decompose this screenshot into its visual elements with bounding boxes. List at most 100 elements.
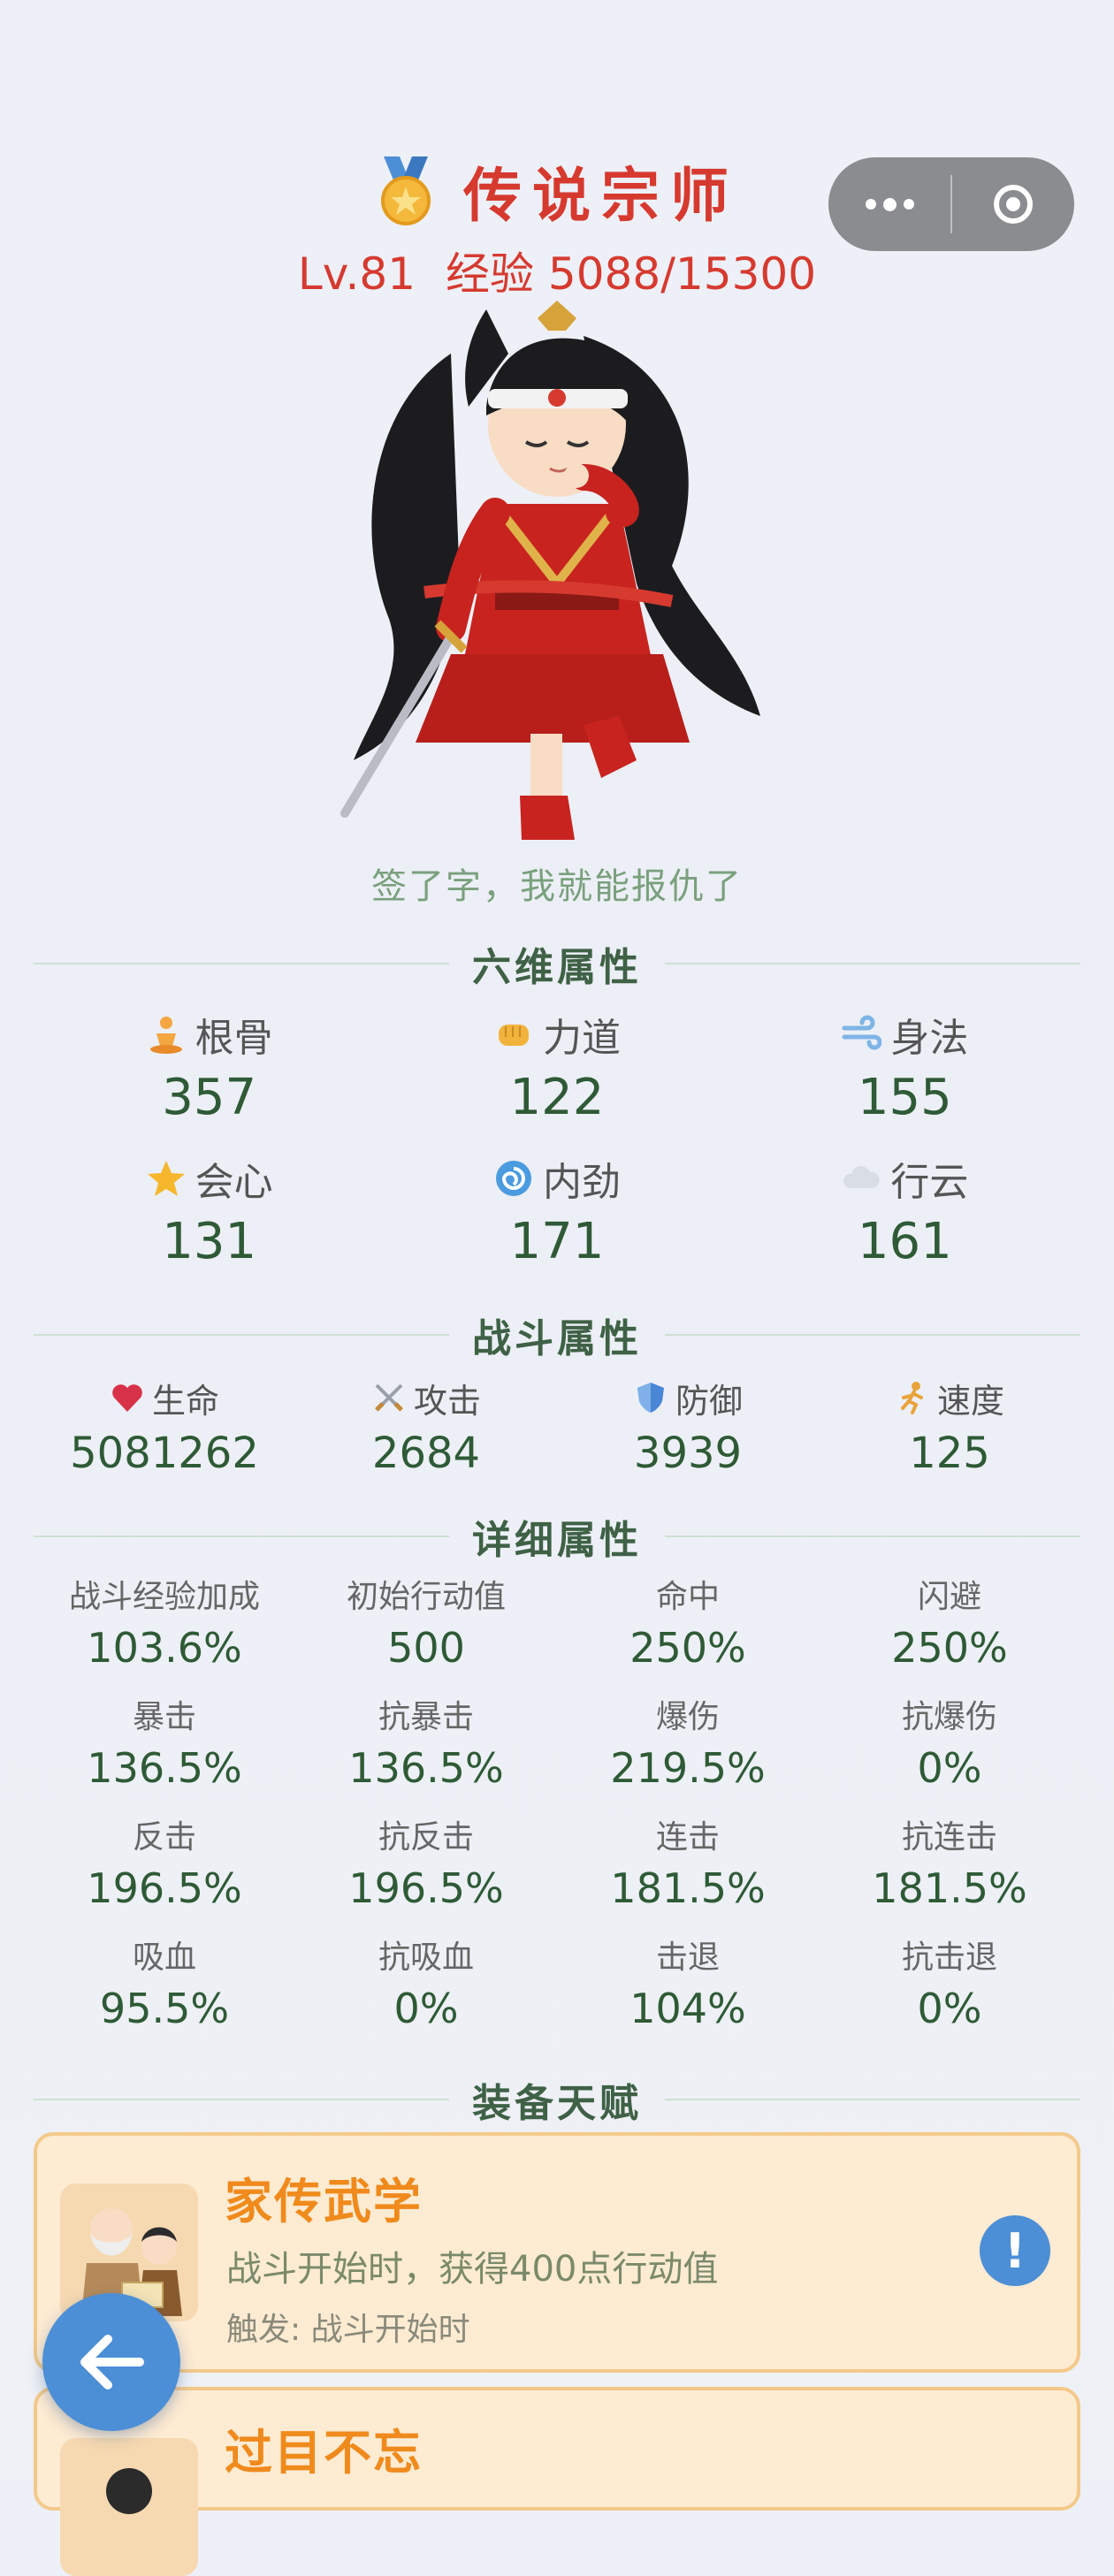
attr-value: 155 [857,1069,952,1126]
detail-name: 抗反击 [378,1819,474,1856]
wind-icon [842,1015,882,1050]
attr-name: 会心 [195,1160,273,1205]
combat-attack: 攻击 2684 [295,1368,557,1479]
combat-name: 攻击 [413,1381,481,1421]
detail-name: 抗爆伤 [901,1699,997,1735]
detail-item: 抗连击 181.5% [819,1816,1080,1924]
crossed-swords-icon [375,1383,403,1412]
attr-lidao: 力道 122 [383,1003,730,1126]
detail-attributes-grid: 战斗经验加成 103.6% 初始行动值 500 命中 250% 闪避 250% 暴击 13… [34,1575,1080,2044]
talent-portrait [60,2438,198,2576]
detail-name: 爆伤 [655,1699,720,1735]
attr-huixin: 会心 131 [35,1147,383,1270]
detail-value: 250% [629,1624,746,1672]
six-attributes-grid: 根骨 357 力道 122 身法 155 会心 131 内劲 171 行云 16… [35,1003,1079,1270]
attr-shenfa: 身法 155 [731,1003,1079,1126]
level-exp-line: Lv.81 经验 5088/15300 [0,239,1114,302]
detail-value: 103.6% [87,1624,242,1672]
talent-name: 过目不忘 [225,2425,423,2481]
combat-speed: 速度 125 [819,1368,1080,1478]
section-talents: 装备天赋 [34,2073,1080,2126]
detail-value: 0% [917,1985,982,2032]
combat-name: 防御 [675,1381,743,1421]
detail-value: 250% [891,1624,1008,1672]
attr-name: 根骨 [195,1016,273,1061]
section-detail-attributes: 详细属性 [34,1510,1080,1563]
detail-value: 95.5% [99,1985,230,2032]
back-button[interactable] [42,2293,180,2431]
attr-neijin: 内劲 171 [383,1147,730,1270]
attr-value: 171 [509,1213,605,1270]
section-six-attributes: 六维属性 [34,937,1080,990]
talent-card[interactable]: 过目不忘 [34,2387,1080,2576]
detail-item: 暴击 136.5% [34,1696,295,1803]
detail-item: 战斗经验加成 103.6% [34,1575,295,1683]
detail-name: 抗击退 [901,1940,997,1976]
star-icon [147,1161,185,1196]
level-text: Lv.81 [297,248,416,300]
detail-value: 196.5% [348,1864,504,1912]
attr-name: 内劲 [542,1160,621,1205]
detail-item: 闪避 250% [819,1575,1080,1683]
rank-title: 传说宗师 [463,162,739,230]
detail-value: 136.5% [87,1744,242,1792]
detail-item: 抗暴击 136.5% [295,1696,557,1803]
combat-value: 5081262 [70,1429,259,1478]
combat-value: 3939 [633,1429,743,1478]
swirl-icon [495,1161,531,1196]
section-title: 六维属性 [472,945,642,990]
detail-value: 181.5% [610,1864,766,1912]
detail-item: 抗击退 0% [819,1936,1080,2044]
character-motto: 签了字，我就能报仇了 [371,866,743,907]
attr-gengu: 根骨 357 [35,1003,383,1126]
detail-value: 0% [393,1985,459,2032]
detail-item: 吸血 95.5% [34,1936,295,2044]
talent-name: 家传武学 [225,2174,423,2229]
attr-name: 行云 [890,1160,969,1205]
detail-item: 爆伤 219.5% [557,1696,819,1803]
detail-value: 219.5% [610,1744,766,1792]
cloud-icon [843,1166,880,1188]
rank-header: 传说宗师 [0,149,1114,233]
combat-attributes-grid: 生命 5081262 攻击 2684 防御 3939 速度 125 [34,1368,1080,1479]
detail-value: 104% [629,1985,746,2032]
detail-item: 初始行动值 500 [295,1575,557,1683]
character-avatar [340,301,760,840]
detail-name: 闪避 [917,1579,981,1615]
detail-item: 抗反击 196.5% [295,1816,557,1924]
combat-value: 2684 [371,1429,481,1478]
detail-name: 连击 [655,1819,720,1856]
section-title: 战斗属性 [472,1316,642,1361]
detail-name: 反击 [132,1819,196,1856]
detail-value: 500 [387,1624,465,1672]
detail-value: 196.5% [87,1864,242,1912]
talent-info-button[interactable]: ! [980,2215,1050,2286]
detail-value: 136.5% [348,1744,504,1792]
detail-item: 反击 196.5% [34,1816,295,1924]
detail-item: 连击 181.5% [557,1816,819,1924]
detail-name: 战斗经验加成 [68,1579,260,1615]
arrow-left-icon [80,2335,144,2389]
combat-value: 125 [909,1429,990,1478]
detail-item: 抗吸血 0% [295,1936,557,2044]
talent-description: 战斗开始时，获得400点行动值 [226,2249,719,2290]
section-combat-attributes: 战斗属性 [34,1308,1080,1361]
detail-name: 抗连击 [901,1819,997,1856]
runner-icon [900,1382,923,1414]
talent-card[interactable]: 家传武学 战斗开始时，获得400点行动值 触发: 战斗开始时 ! [34,2132,1080,2373]
detail-name: 初始行动值 [346,1579,506,1615]
combat-name: 速度 [936,1381,1004,1421]
detail-item: 命中 250% [557,1575,819,1683]
attr-value: 357 [162,1069,257,1126]
attr-name: 力道 [542,1016,621,1061]
attr-xingyun: 行云 161 [731,1147,1079,1270]
exp-text: 经验 5088/15300 [446,248,817,300]
combat-name: 生命 [151,1381,219,1421]
detail-name: 吸血 [132,1940,196,1976]
talent-trigger: 触发: 战斗开始时 [226,2312,470,2348]
fist-icon [498,1025,529,1046]
combat-hp: 生命 5081262 [34,1368,295,1479]
meditation-icon [149,1017,182,1054]
detail-value: 181.5% [872,1864,1027,1912]
detail-name: 命中 [655,1579,720,1615]
